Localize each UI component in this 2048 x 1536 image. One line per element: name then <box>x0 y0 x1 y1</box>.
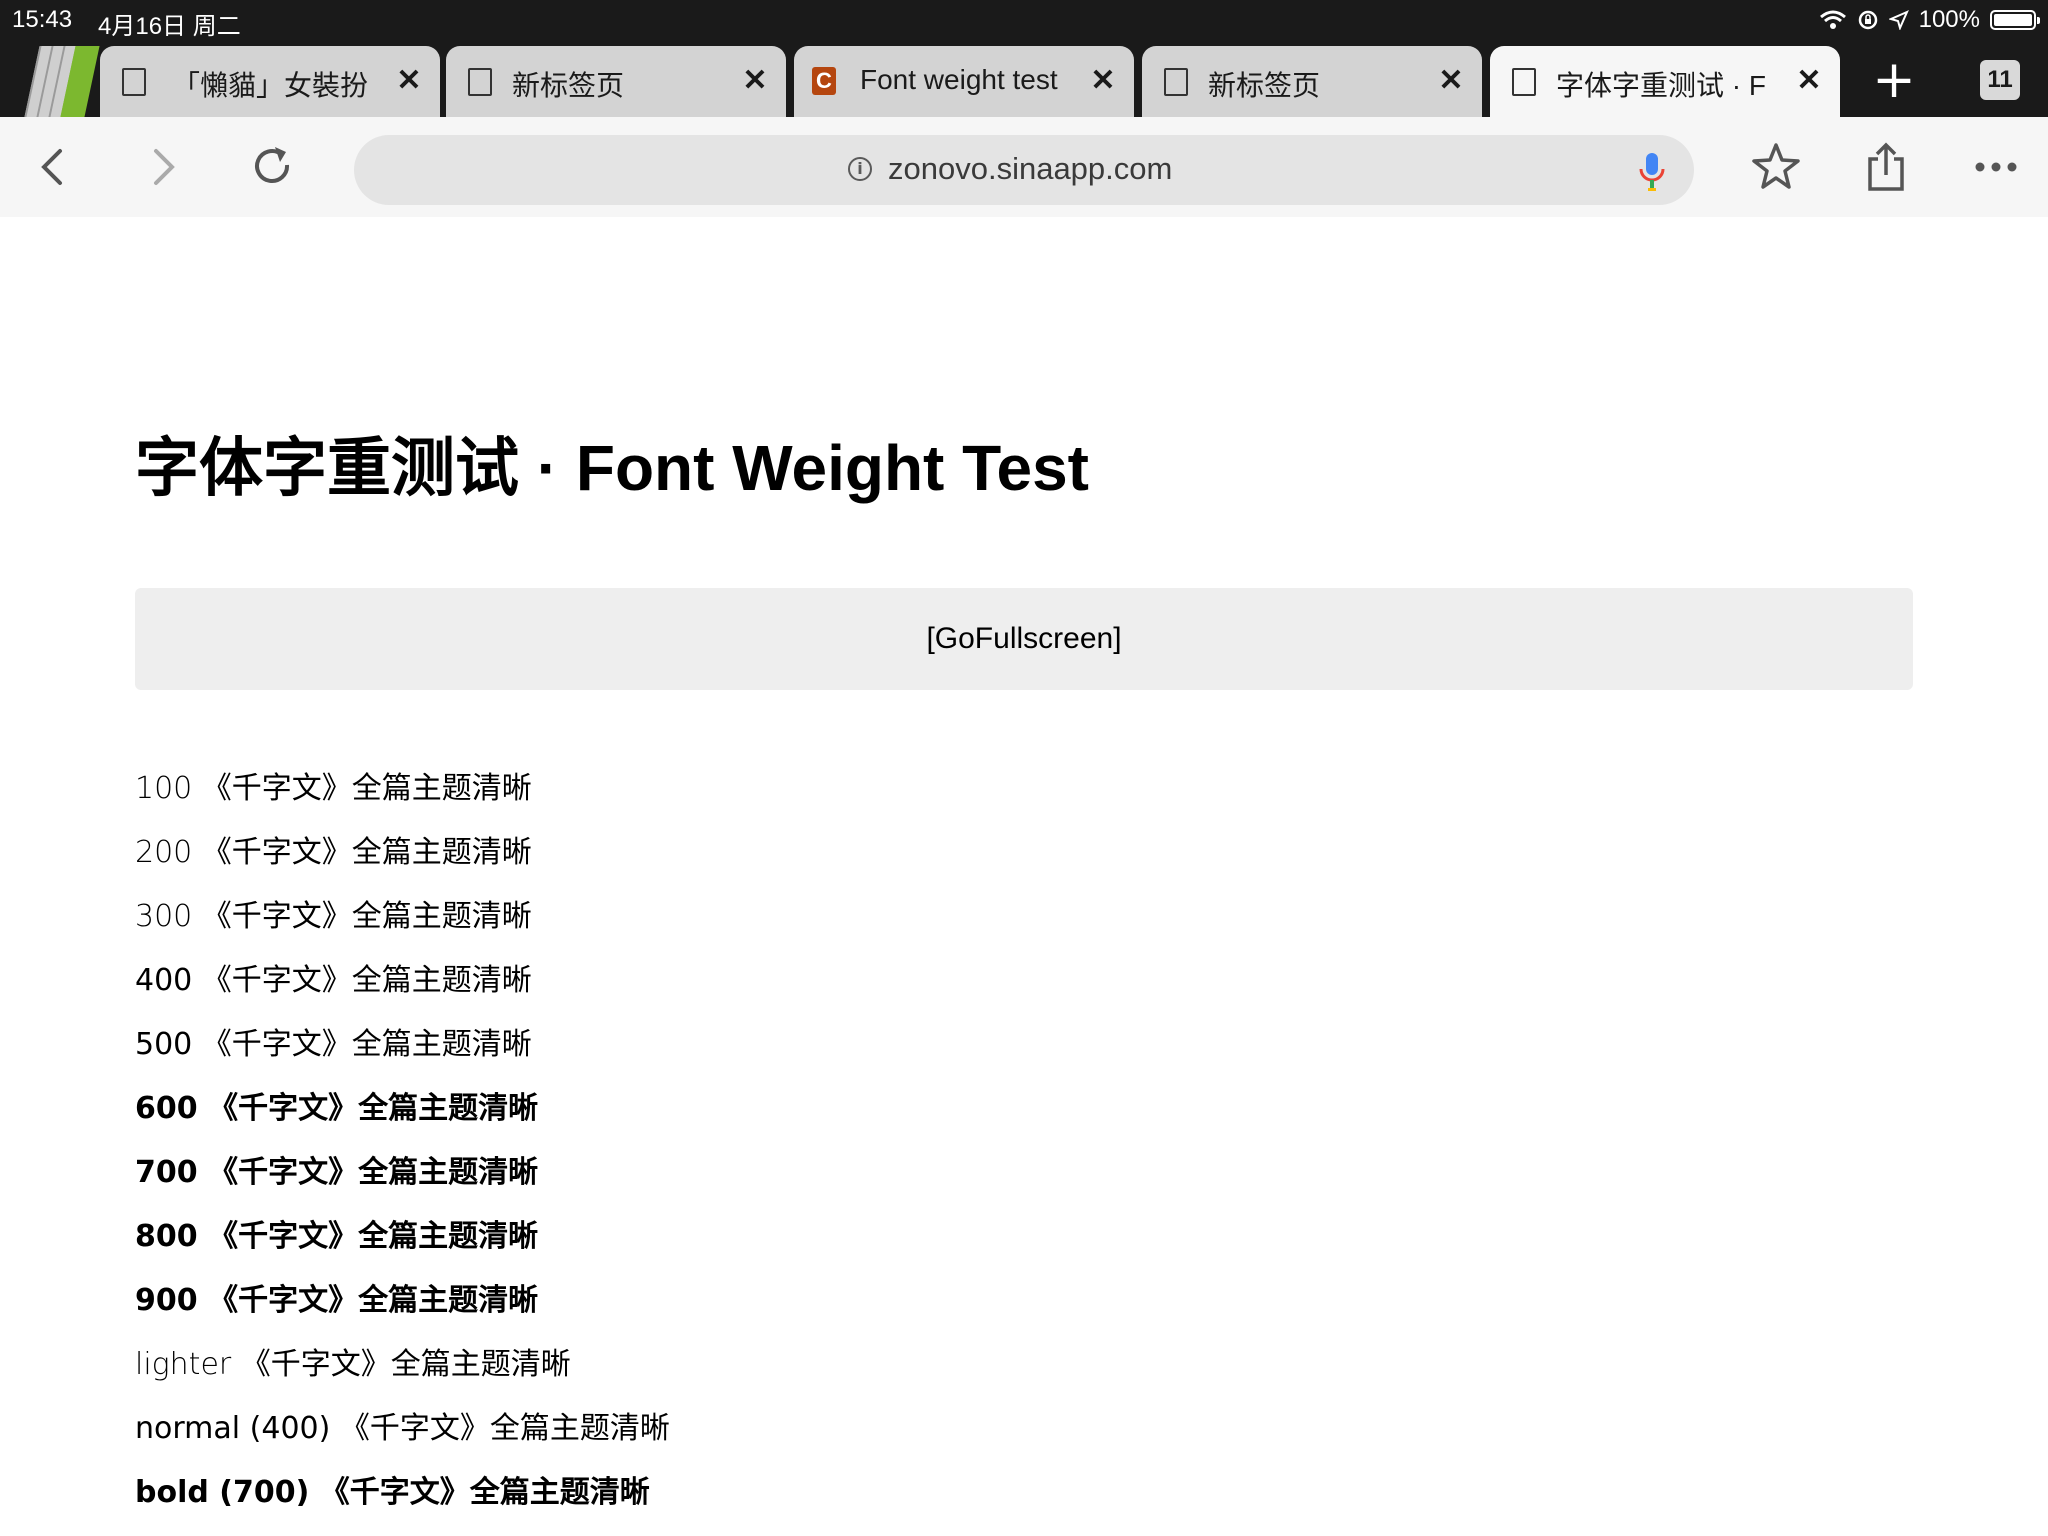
font-weight-sample: 400 《千字文》全篇主题清晰 <box>135 963 532 998</box>
font-weight-sample: 500 《千字文》全篇主题清晰 <box>135 1027 532 1062</box>
site-info-icon[interactable]: i <box>848 157 872 181</box>
page-icon <box>122 68 146 96</box>
close-icon[interactable]: ✕ <box>738 64 772 98</box>
page-icon <box>468 68 492 96</box>
status-bar: 15:43 4月16日 周二 100% <box>0 0 2048 40</box>
close-icon[interactable]: ✕ <box>392 64 426 98</box>
font-weight-samples: 100 《千字文》全篇主题清晰 200 《千字文》全篇主题清晰 300 《千字文》全… <box>135 757 670 1525</box>
tab-title: 新标签页 <box>512 70 625 101</box>
tab-4[interactable]: 新标签页 ✕ <box>1142 46 1482 117</box>
tab-2[interactable]: 新标签页 ✕ <box>446 46 786 117</box>
font-weight-sample: 300 《千字文》全篇主题清晰 <box>135 899 532 934</box>
tab-title: 「懶貓」女裝扮 <box>172 70 369 101</box>
status-time: 15:43 <box>12 6 73 33</box>
font-weight-sample: 800 《千字文》全篇主题清晰 <box>135 1219 539 1254</box>
location-arrow-icon <box>1888 10 1909 30</box>
back-icon[interactable] <box>26 139 82 195</box>
tab-1[interactable]: 「懶貓」女裝扮 ✕ <box>100 46 440 117</box>
tab-3[interactable]: C Font weight test ✕ <box>794 46 1134 117</box>
go-fullscreen-button[interactable]: [GoFullscreen] <box>135 588 1913 690</box>
font-weight-sample: 200 《千字文》全篇主题清晰 <box>135 835 532 870</box>
font-weight-sample: lighter 《千字文》全篇主题清晰 <box>135 1347 571 1382</box>
tab-strip: 「懶貓」女裝扮 ✕ 新标签页 ✕ C Font weight test ✕ 新标… <box>0 40 2048 117</box>
more-menu-icon[interactable] <box>1968 139 2024 195</box>
tab-title: 字体字重测试 · F <box>1556 70 1766 101</box>
new-tab-button[interactable]: + <box>1868 54 1920 106</box>
stacked-tabs[interactable] <box>20 46 100 117</box>
share-icon[interactable] <box>1858 139 1914 195</box>
page-content: 字体字重测试 · Font Weight Test [GoFullscreen]… <box>0 217 2048 1536</box>
page-icon <box>1164 68 1188 96</box>
font-weight-sample: 900 《千字文》全篇主题清晰 <box>135 1283 539 1318</box>
page-icon <box>1512 68 1536 96</box>
font-weight-sample: 100 《千字文》全篇主题清晰 <box>135 771 532 806</box>
wifi-icon <box>1819 10 1846 29</box>
close-icon[interactable]: ✕ <box>1086 64 1120 98</box>
close-icon[interactable]: ✕ <box>1434 64 1468 98</box>
font-weight-sample: 600 《千字文》全篇主题清晰 <box>135 1091 539 1126</box>
battery-percentage: 100% <box>1918 6 1980 33</box>
battery-icon <box>1990 10 2040 30</box>
page-title: 字体字重测试 · Font Weight Test <box>135 432 1089 504</box>
font-weight-sample: normal (400) 《千字文》全篇主题清晰 <box>135 1411 670 1446</box>
bookmark-star-icon[interactable] <box>1748 139 1804 195</box>
url-text: zonovo.sinaapp.com <box>888 151 1173 186</box>
forward-icon[interactable] <box>134 139 190 195</box>
close-icon[interactable]: ✕ <box>1792 64 1826 98</box>
status-right: 100% <box>1819 6 2040 34</box>
c-logo-icon: C <box>812 67 836 95</box>
tab-title: 新标签页 <box>1208 70 1321 101</box>
microphone-icon[interactable] <box>1638 151 1666 193</box>
tab-title: Font weight test <box>860 64 1058 95</box>
reload-icon[interactable] <box>244 139 300 195</box>
orientation-lock-icon <box>1858 10 1877 30</box>
tab-count-button[interactable]: 11 <box>1980 60 2020 100</box>
browser-toolbar: i zonovo.sinaapp.com <box>0 117 2048 217</box>
status-date: 4月16日 周二 <box>98 13 241 40</box>
tab-5-active[interactable]: 字体字重测试 · F ✕ <box>1490 46 1840 117</box>
font-weight-sample: bold (700) 《千字文》全篇主题清晰 <box>135 1475 650 1510</box>
address-bar[interactable]: i zonovo.sinaapp.com <box>354 135 1694 205</box>
font-weight-sample: 700 《千字文》全篇主题清晰 <box>135 1155 539 1190</box>
